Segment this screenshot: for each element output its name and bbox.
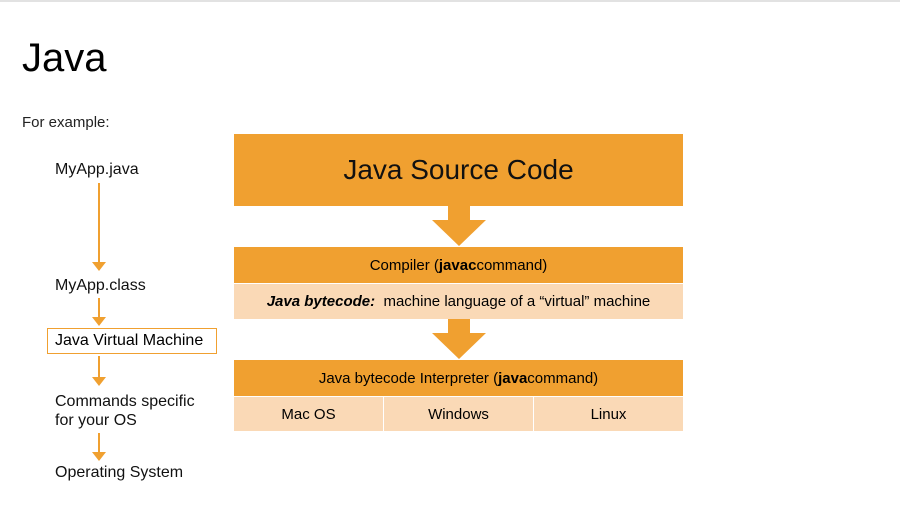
flow-arrowhead-2: [92, 317, 106, 326]
flow-arrowhead-3: [92, 377, 106, 386]
bytecode-text: machine language of a “virtual” machine: [383, 293, 651, 310]
java-source-code-box: Java Source Code: [234, 134, 683, 206]
interpreter-prefix: Java bytecode Interpreter (: [318, 369, 499, 387]
interpreter-box: Java bytecode Interpreter (java command): [234, 360, 683, 396]
page-title: Java: [22, 36, 107, 80]
bytecode-label: Java bytecode:: [266, 293, 376, 310]
bytecode-box: Java bytecode: machine language of a “vi…: [234, 284, 683, 319]
step-myapp-java: MyApp.java: [55, 161, 139, 178]
javac-keyword: javac: [438, 256, 477, 274]
flow-line-3: [98, 356, 100, 378]
platform-mac-os: Mac OS: [281, 405, 336, 423]
step-commands-line2: for your OS: [55, 412, 137, 429]
platform-linux: Linux: [533, 397, 683, 431]
subtitle: For example:: [22, 114, 110, 131]
interpreter-suffix: command): [527, 369, 599, 387]
step-myapp-class: MyApp.class: [55, 277, 146, 294]
jvm-box: Java Virtual Machine: [47, 328, 217, 354]
step-commands-line1: Commands specific: [55, 393, 195, 410]
step-operating-system: Operating System: [55, 464, 184, 481]
arrow-down-2: [432, 319, 486, 359]
compiler-prefix: Compiler (: [369, 256, 439, 274]
platform-windows: Windows: [383, 397, 533, 431]
platforms-row: Mac OS Windows Linux: [234, 397, 683, 431]
compiler-box: Compiler (javac command): [234, 247, 683, 283]
compiler-suffix: command): [476, 256, 548, 274]
flow-line-4: [98, 433, 100, 453]
step-jvm: Java Virtual Machine: [55, 332, 204, 349]
arrow-down-1: [432, 206, 486, 246]
java-keyword: java: [498, 369, 528, 387]
flow-arrowhead-1: [92, 262, 106, 271]
flow-arrowhead-4: [92, 452, 106, 461]
flow-line-2: [98, 298, 100, 318]
flow-line-1: [98, 183, 100, 263]
top-divider: [0, 0, 900, 2]
